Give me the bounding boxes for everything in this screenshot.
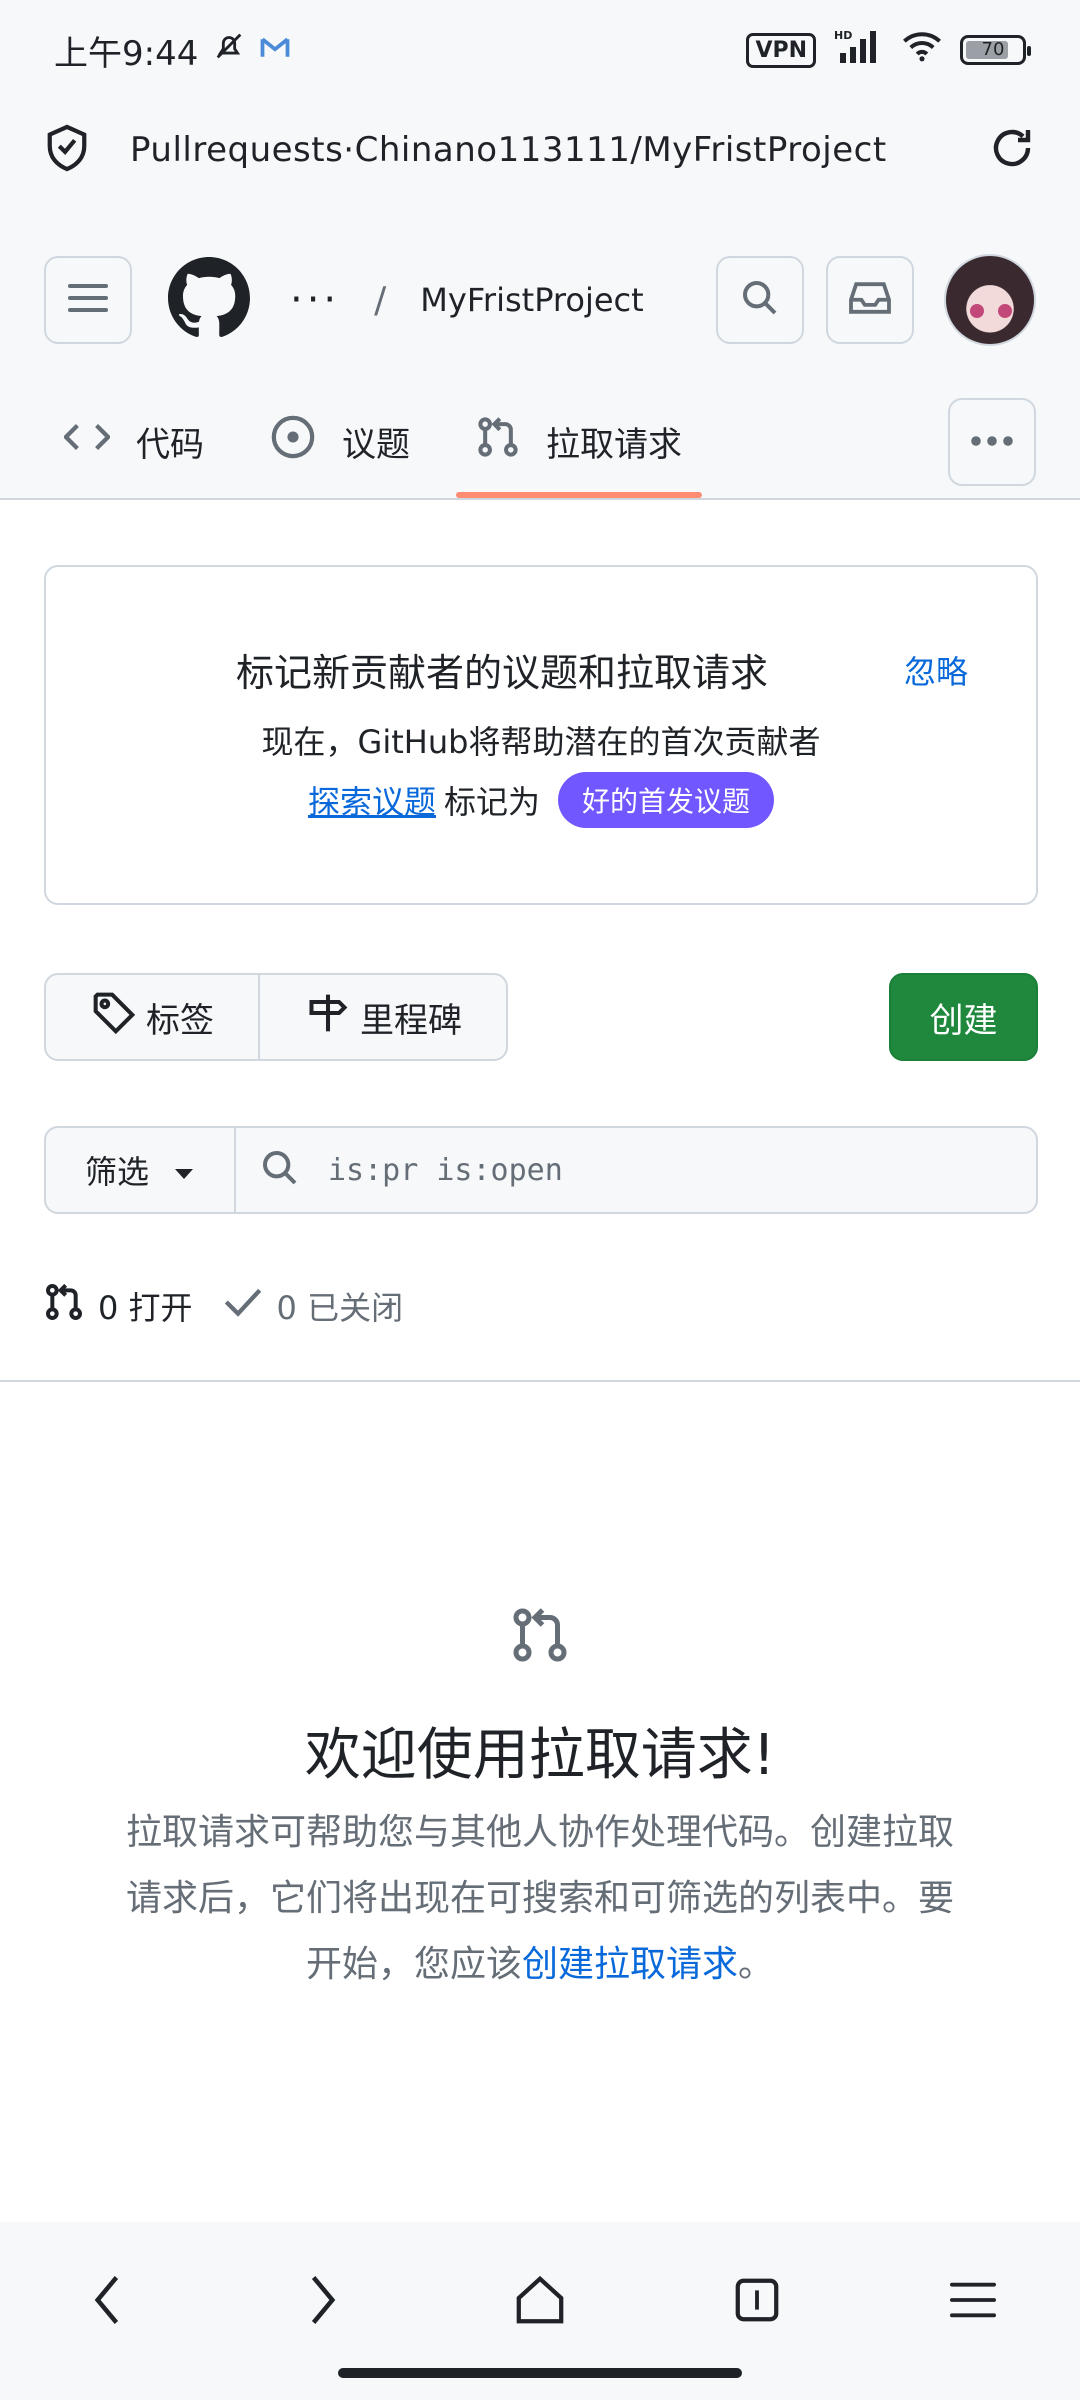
shield-check-icon[interactable]: [44, 123, 90, 177]
labels-button[interactable]: 标签: [46, 975, 258, 1059]
filter-dropdown[interactable]: 筛选: [46, 1128, 236, 1212]
home-button[interactable]: [500, 2262, 580, 2342]
breadcrumb-ellipsis[interactable]: ···: [290, 277, 340, 323]
home-indicator: [338, 2368, 742, 2378]
mail-icon: [260, 30, 290, 70]
kebab-horizontal-icon: [970, 432, 1014, 451]
search-icon: [740, 278, 780, 322]
search-button[interactable]: [716, 256, 804, 344]
triangle-down-icon: [173, 1151, 195, 1189]
good-first-issue-banner: 标记新贡献者的议题和拉取请求 忽略 现在，GitHub将帮助潜在的首次贡献者 探…: [44, 565, 1038, 905]
tab-label: 拉取请求: [546, 425, 682, 465]
milestones-button[interactable]: 里程碑: [258, 975, 506, 1059]
git-pull-request-icon: [510, 1605, 570, 1669]
closed-count-link[interactable]: 0 已关闭: [223, 1283, 404, 1329]
menu-button[interactable]: [44, 256, 132, 344]
menu-icon: [950, 2280, 996, 2324]
search-icon: [260, 1148, 300, 1192]
more-tabs-button[interactable]: [948, 397, 1036, 486]
github-header: ··· / MyFristProject 代码 议题 拉取请求: [0, 200, 1080, 500]
reload-icon[interactable]: [988, 124, 1036, 176]
milestone-icon: [306, 991, 350, 1044]
tab-issues[interactable]: 议题: [250, 385, 430, 498]
banner-title: 标记新贡献者的议题和拉取请求: [236, 651, 769, 695]
url-text[interactable]: Pullrequests·Chinano113111/MyFristProjec…: [130, 130, 887, 170]
battery-icon: 70: [960, 35, 1031, 65]
browser-menu-button[interactable]: [933, 2262, 1013, 2342]
search-box[interactable]: [236, 1128, 1036, 1212]
banner-text: 现在，GitHub将帮助潜在的首次贡献者: [261, 723, 821, 761]
tag-icon: [92, 991, 136, 1044]
inbox-icon: [849, 279, 891, 321]
open-count-link[interactable]: 0 打开: [44, 1282, 193, 1330]
labels-label: 标签: [146, 1000, 214, 1041]
filter-search-row: 筛选: [44, 1126, 1038, 1214]
explore-issues-link[interactable]: 探索议题: [308, 777, 436, 823]
wifi-icon: [902, 30, 942, 71]
signal-icon: HD: [834, 29, 884, 72]
avatar[interactable]: [944, 254, 1036, 346]
check-icon: [223, 1285, 263, 1327]
filter-label: 筛选: [84, 1153, 149, 1191]
chevron-right-icon: [308, 2273, 338, 2331]
tabs-count-icon: [732, 2275, 782, 2329]
git-pull-request-icon: [476, 415, 520, 468]
vpn-badge: VPN: [746, 32, 816, 68]
mute-icon: [212, 29, 246, 72]
create-pull-request-link[interactable]: 创建拉取请求: [522, 1944, 738, 1985]
blankslate-end: 。: [738, 1944, 775, 1985]
status-bar: 上午9:44 VPN HD 70: [0, 0, 1080, 100]
tabs-button[interactable]: [717, 2262, 797, 2342]
issue-opened-icon: [270, 414, 316, 469]
blankslate-text: 拉取请求可帮助您与其他人协作处理代码。创建拉取请求后，它们将出现在可搜索和可筛选…: [120, 1800, 960, 1998]
banner-text-line2: 探索议题 标记为 好的首发议题: [46, 772, 1036, 828]
banner-dismiss-link[interactable]: 忽略: [904, 647, 968, 693]
closed-count: 0 已关闭: [276, 1289, 404, 1327]
home-icon: [513, 2273, 567, 2331]
create-pull-request-button[interactable]: 创建: [889, 973, 1038, 1061]
breadcrumb-separator: /: [374, 279, 387, 321]
inbox-button[interactable]: [826, 256, 914, 344]
status-time: 上午9:44: [54, 33, 199, 74]
hamburger-icon: [68, 281, 108, 319]
open-count: 0 打开: [98, 1289, 193, 1327]
labels-milestones-group: 标签 里程碑: [44, 973, 508, 1061]
battery-level: 70: [981, 39, 1005, 60]
tab-label: 议题: [342, 425, 410, 465]
git-pull-request-icon: [44, 1282, 84, 1330]
banner-mid-text: 标记为: [443, 783, 540, 821]
browser-url-bar[interactable]: Pullrequests·Chinano113111/MyFristProjec…: [0, 100, 1080, 200]
tab-code[interactable]: 代码: [44, 385, 224, 498]
code-icon: [62, 421, 112, 462]
forward-button[interactable]: [283, 2262, 363, 2342]
chevron-left-icon: [92, 2273, 122, 2331]
blankslate-title: 欢迎使用拉取请求!: [304, 1723, 776, 1788]
svg-text:HD: HD: [834, 29, 852, 42]
back-button[interactable]: [67, 2262, 147, 2342]
repo-name-link[interactable]: MyFristProject: [420, 281, 643, 319]
good-first-issue-label[interactable]: 好的首发议题: [558, 772, 775, 828]
search-input[interactable]: [328, 1152, 1028, 1188]
tab-label: 代码: [136, 425, 204, 465]
repo-tabs: 代码 议题 拉取请求: [44, 385, 1036, 498]
github-logo-icon[interactable]: [168, 257, 250, 343]
list-divider: [0, 1380, 1080, 1382]
tab-pull-requests[interactable]: 拉取请求: [456, 385, 702, 498]
milestones-label: 里程碑: [360, 1000, 462, 1041]
pr-state-counts: 0 打开 0 已关闭: [44, 1282, 403, 1330]
